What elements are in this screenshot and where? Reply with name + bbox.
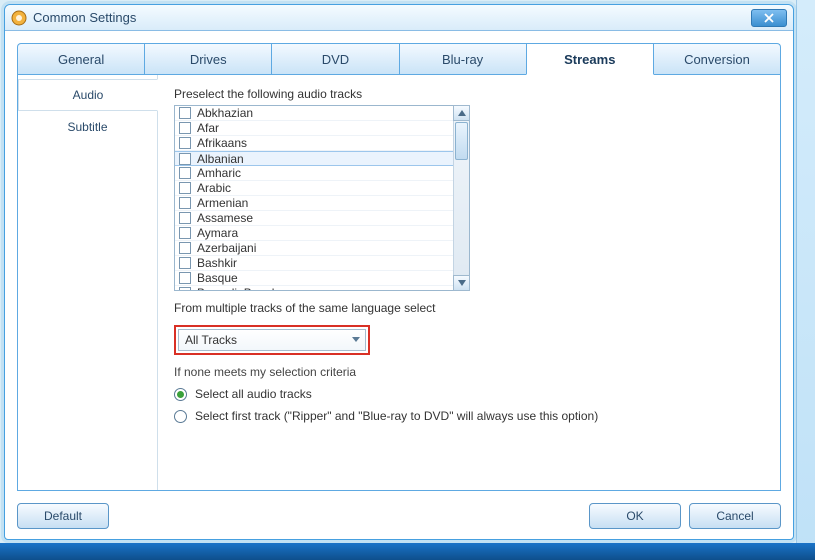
language-list-inner: AbkhazianAfarAfrikaans AlbanianAmharicAra… [175, 106, 453, 290]
language-row[interactable]: Albanian [175, 151, 453, 166]
tab-label: Conversion [684, 52, 750, 67]
chevron-up-icon [458, 110, 466, 116]
ok-button[interactable]: OK [589, 503, 681, 529]
sidebar-item-subtitle[interactable]: Subtitle [18, 111, 157, 143]
tab-general[interactable]: General [17, 43, 145, 75]
scroll-up-button[interactable] [453, 105, 470, 121]
scroll-thumb[interactable] [455, 122, 468, 160]
app-icon [11, 10, 27, 26]
checkbox[interactable] [179, 167, 191, 179]
language-label: Albanian [197, 152, 244, 166]
language-label: Azerbaijani [197, 241, 256, 255]
tab-streams[interactable]: Streams [526, 43, 654, 75]
checkbox[interactable] [179, 227, 191, 239]
window-title: Common Settings [33, 10, 136, 25]
highlighted-dropdown-frame: All Tracks [174, 325, 370, 355]
chevron-down-icon [352, 337, 360, 342]
checkbox[interactable] [179, 212, 191, 224]
language-row[interactable]: Abkhazian [175, 106, 453, 121]
taskbar-strip [0, 543, 815, 560]
checkbox[interactable] [179, 197, 191, 209]
tab-label: DVD [322, 52, 349, 67]
checkbox[interactable] [179, 242, 191, 254]
streams-sidebar: Audio Subtitle [18, 75, 158, 490]
radio-select-all[interactable] [174, 388, 187, 401]
language-label: Bashkir [197, 256, 237, 270]
language-label: Amharic [197, 166, 241, 180]
language-label: Afar [197, 121, 219, 135]
scrollbar[interactable] [453, 106, 469, 290]
language-row[interactable]: Bashkir [175, 256, 453, 271]
tab-label: Streams [564, 52, 615, 67]
language-label: Assamese [197, 211, 253, 225]
scroll-down-button[interactable] [453, 275, 470, 291]
tab-bluray[interactable]: Blu-ray [399, 43, 527, 75]
settings-window: Common Settings General Drives DVD Blu-r… [4, 4, 794, 540]
close-icon [764, 13, 774, 23]
tab-label: Blu-ray [442, 52, 483, 67]
tab-dvd[interactable]: DVD [271, 43, 399, 75]
language-row[interactable]: Armenian [175, 196, 453, 211]
tab-panel: Audio Subtitle Preselect the following a… [17, 74, 781, 491]
radio-label: Select first track ("Ripper" and "Blue-r… [195, 409, 598, 423]
language-row[interactable]: Aymara [175, 226, 453, 241]
language-label: Bengali; Bangla [197, 286, 281, 290]
language-label: Abkhazian [197, 106, 253, 120]
checkbox[interactable] [179, 137, 191, 149]
sidebar-item-label: Subtitle [67, 120, 107, 134]
language-label: Aymara [197, 226, 238, 240]
button-label: OK [626, 509, 643, 523]
close-button[interactable] [751, 9, 787, 27]
same-language-dropdown[interactable]: All Tracks [178, 329, 366, 351]
language-row[interactable]: Bengali; Bangla [175, 286, 453, 290]
content-area: General Drives DVD Blu-ray Streams Conve… [5, 31, 793, 497]
tab-drives[interactable]: Drives [144, 43, 272, 75]
language-row[interactable]: Assamese [175, 211, 453, 226]
language-label: Basque [197, 271, 238, 285]
tab-label: Drives [190, 52, 227, 67]
preselect-label: Preselect the following audio tracks [174, 87, 764, 101]
checkbox[interactable] [179, 287, 191, 290]
language-label: Afrikaans [197, 136, 247, 150]
checkbox[interactable] [179, 153, 191, 165]
checkbox[interactable] [179, 122, 191, 134]
dropdown-value: All Tracks [185, 333, 237, 347]
checkbox[interactable] [179, 257, 191, 269]
audio-pane: Preselect the following audio tracks Abk… [158, 75, 780, 490]
button-label: Cancel [716, 509, 753, 523]
radio-row-select-all[interactable]: Select all audio tracks [174, 387, 764, 401]
radio-select-first[interactable] [174, 410, 187, 423]
language-row[interactable]: Basque [175, 271, 453, 286]
multi-track-label: From multiple tracks of the same languag… [174, 301, 764, 315]
none-meets-label: If none meets my selection criteria [174, 365, 764, 379]
chevron-down-icon [458, 280, 466, 286]
language-label: Armenian [197, 196, 248, 210]
language-label: Arabic [197, 181, 231, 195]
language-row[interactable]: Arabic [175, 181, 453, 196]
language-listbox[interactable]: AbkhazianAfarAfrikaans AlbanianAmharicAra… [174, 105, 470, 291]
language-row[interactable]: Afrikaans [175, 136, 453, 151]
language-row[interactable]: Amharic [175, 166, 453, 181]
radio-label: Select all audio tracks [195, 387, 312, 401]
checkbox[interactable] [179, 182, 191, 194]
default-button[interactable]: Default [17, 503, 109, 529]
tab-strip: General Drives DVD Blu-ray Streams Conve… [17, 43, 781, 75]
button-label: Default [44, 509, 82, 523]
cancel-button[interactable]: Cancel [689, 503, 781, 529]
checkbox[interactable] [179, 272, 191, 284]
sidebar-item-audio[interactable]: Audio [18, 79, 158, 111]
tab-label: General [58, 52, 104, 67]
radio-row-select-first[interactable]: Select first track ("Ripper" and "Blue-r… [174, 409, 764, 423]
sidebar-item-label: Audio [73, 88, 104, 102]
checkbox[interactable] [179, 107, 191, 119]
language-row[interactable]: Afar [175, 121, 453, 136]
dialog-footer: Default OK Cancel [5, 497, 793, 539]
language-row[interactable]: Azerbaijani [175, 241, 453, 256]
tab-conversion[interactable]: Conversion [653, 43, 781, 75]
titlebar: Common Settings [5, 5, 793, 31]
desktop-right-strip [796, 0, 815, 560]
